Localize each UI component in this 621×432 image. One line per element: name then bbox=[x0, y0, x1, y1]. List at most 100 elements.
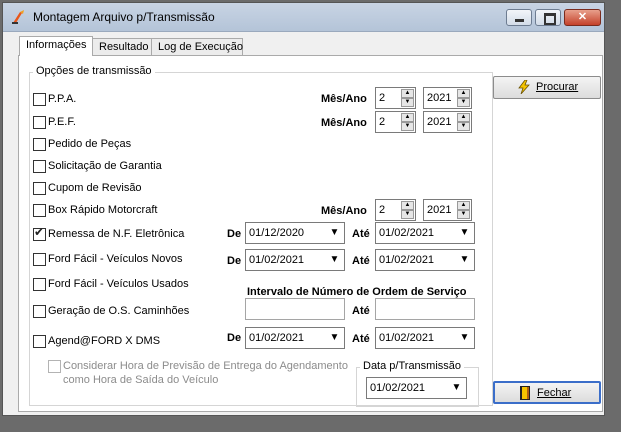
tab-informacoes[interactable]: Informações bbox=[19, 36, 93, 56]
option-label-pef: P.E.F. bbox=[48, 116, 76, 128]
option-label-ford-facil-usados: Ford Fácil - Veículos Usados bbox=[48, 278, 189, 290]
de-label-nfe: De bbox=[227, 228, 242, 240]
main-window: Montagem Arquivo p/Transmissão ✕ Informa… bbox=[2, 2, 605, 416]
spin-up-icon[interactable]: ▲ bbox=[401, 201, 414, 210]
ford-novos-from-value: 01/02/2021 bbox=[249, 254, 305, 266]
agend-from-date[interactable]: 01/02/2021 ▼ bbox=[245, 327, 345, 349]
option-label-pedido-pecas: Pedido de Peças bbox=[48, 138, 132, 150]
dropdown-arrow-icon[interactable]: ▼ bbox=[457, 225, 472, 241]
option-label-cupom-revisao: Cupom de Revisão bbox=[48, 182, 142, 194]
checkbox-box-rapido[interactable] bbox=[33, 204, 46, 217]
option-label-ford-facil-novos: Ford Fácil - Veículos Novos bbox=[48, 253, 183, 265]
nfe-from-date[interactable]: 01/12/2020 ▼ bbox=[245, 222, 345, 244]
checkbox-geracao-os[interactable] bbox=[33, 305, 46, 318]
checkbox-ford-facil-usados[interactable] bbox=[33, 278, 46, 291]
box-month-value: 2 bbox=[379, 204, 386, 216]
de-label-ford-novos: De bbox=[227, 255, 242, 267]
checkbox-solicitacao-garantia[interactable] bbox=[33, 160, 46, 173]
checkbox-remessa-nfe[interactable]: ✔ bbox=[33, 225, 46, 241]
dropdown-arrow-icon[interactable]: ▼ bbox=[327, 252, 342, 268]
pef-year-spinner[interactable]: 2021 ▲ ▼ bbox=[423, 111, 472, 133]
spinner-buttons: ▲ ▼ bbox=[457, 113, 470, 131]
spinner-buttons: ▲ ▼ bbox=[457, 89, 470, 107]
dropdown-arrow-icon[interactable]: ▼ bbox=[457, 252, 472, 268]
minimize-button[interactable] bbox=[506, 9, 532, 26]
nfe-to-value: 01/02/2021 bbox=[379, 227, 435, 239]
transmission-date-picker[interactable]: 01/02/2021 ▼ bbox=[366, 377, 467, 399]
spin-up-icon[interactable]: ▲ bbox=[401, 89, 414, 98]
pef-year-value: 2021 bbox=[427, 116, 452, 128]
spin-up-icon[interactable]: ▲ bbox=[457, 201, 470, 210]
option-label-remessa-nfe: Remessa de N.F. Eletrônica bbox=[48, 228, 185, 240]
checkbox-pedido-pecas[interactable] bbox=[33, 138, 46, 151]
ate-label-nfe: Até bbox=[352, 228, 370, 240]
option-label-geracao-os: Geração de O.S. Caminhões bbox=[48, 305, 190, 317]
box-month-spinner[interactable]: 2 ▲ ▼ bbox=[375, 199, 416, 221]
spin-down-icon[interactable]: ▼ bbox=[401, 210, 414, 219]
procurar-button[interactable]: Procurar bbox=[493, 76, 601, 99]
os-interval-from-input[interactable] bbox=[245, 298, 345, 320]
transmission-date-value: 01/02/2021 bbox=[370, 382, 426, 394]
app-logo-icon bbox=[12, 10, 24, 24]
option-label-ppa: P.P.A. bbox=[48, 93, 77, 105]
ford-novos-to-date[interactable]: 01/02/2021 ▼ bbox=[375, 249, 475, 271]
dropdown-arrow-icon[interactable]: ▼ bbox=[327, 330, 342, 346]
ate-label-os: Até bbox=[352, 305, 370, 317]
pef-month-value: 2 bbox=[379, 116, 386, 128]
spin-up-icon[interactable]: ▲ bbox=[457, 89, 470, 98]
checkbox-pef[interactable] bbox=[33, 116, 46, 129]
tab-resultado[interactable]: Resultado bbox=[92, 38, 152, 55]
ppa-month-spinner[interactable]: 2 ▲ ▼ bbox=[375, 87, 416, 109]
ford-novos-from-date[interactable]: 01/02/2021 ▼ bbox=[245, 249, 345, 271]
spin-down-icon[interactable]: ▼ bbox=[457, 98, 470, 107]
spin-down-icon[interactable]: ▼ bbox=[457, 122, 470, 131]
ate-label-agend: Até bbox=[352, 333, 370, 345]
checkbox-ford-facil-novos[interactable] bbox=[33, 253, 46, 266]
mes-ano-label-ppa: Mês/Ano bbox=[321, 93, 367, 105]
fechar-button[interactable]: Fechar bbox=[493, 381, 601, 404]
de-label-agend: De bbox=[227, 332, 242, 344]
title-bar[interactable]: Montagem Arquivo p/Transmissão ✕ bbox=[3, 3, 604, 32]
checkbox-considerar-hora[interactable] bbox=[48, 360, 61, 373]
group-title: Opções de transmissão bbox=[33, 65, 155, 77]
spin-up-icon[interactable]: ▲ bbox=[401, 113, 414, 122]
window-title: Montagem Arquivo p/Transmissão bbox=[33, 10, 215, 24]
tab-log-execucao[interactable]: Log de Execução bbox=[151, 38, 243, 55]
agend-from-value: 01/02/2021 bbox=[249, 332, 305, 344]
maximize-icon bbox=[544, 13, 556, 25]
checkbox-agend-ford[interactable] bbox=[33, 335, 46, 348]
nfe-to-date[interactable]: 01/02/2021 ▼ bbox=[375, 222, 475, 244]
spin-up-icon[interactable]: ▲ bbox=[457, 113, 470, 122]
agend-to-value: 01/02/2021 bbox=[379, 332, 435, 344]
dropdown-arrow-icon[interactable]: ▼ bbox=[457, 330, 472, 346]
maximize-button[interactable] bbox=[535, 9, 561, 26]
checkbox-cupom-revisao[interactable] bbox=[33, 182, 46, 195]
pef-month-spinner[interactable]: 2 ▲ ▼ bbox=[375, 111, 416, 133]
spinner-buttons: ▲ ▼ bbox=[401, 89, 414, 107]
box-year-spinner[interactable]: 2021 ▲ ▼ bbox=[423, 199, 472, 221]
close-button[interactable]: ✕ bbox=[564, 9, 601, 26]
os-interval-to-input[interactable] bbox=[375, 298, 475, 320]
spin-down-icon[interactable]: ▼ bbox=[457, 210, 470, 219]
dropdown-arrow-icon[interactable]: ▼ bbox=[449, 380, 464, 396]
option-label-box-rapido: Box Rápido Motorcraft bbox=[48, 204, 158, 216]
spin-down-icon[interactable]: ▼ bbox=[401, 122, 414, 131]
box-year-value: 2021 bbox=[427, 204, 452, 216]
dropdown-arrow-icon[interactable]: ▼ bbox=[327, 225, 342, 241]
spinner-buttons: ▲ ▼ bbox=[401, 201, 414, 219]
nfe-from-value: 01/12/2020 bbox=[249, 227, 305, 239]
check-icon: ✔ bbox=[34, 225, 45, 239]
fechar-label: Fechar bbox=[537, 387, 572, 399]
checkbox-ppa[interactable] bbox=[33, 93, 46, 106]
agend-to-date[interactable]: 01/02/2021 ▼ bbox=[375, 327, 475, 349]
ppa-year-spinner[interactable]: 2021 ▲ ▼ bbox=[423, 87, 472, 109]
lightning-icon bbox=[518, 80, 530, 94]
ford-novos-to-value: 01/02/2021 bbox=[379, 254, 435, 266]
tab-panel-informacoes: Opções de transmissão P.P.A. P.E.F. Pedi… bbox=[18, 55, 603, 412]
considerar-hora-label-line2: como Hora de Saída do Veículo bbox=[63, 374, 219, 386]
ppa-month-value: 2 bbox=[379, 92, 386, 104]
spin-down-icon[interactable]: ▼ bbox=[401, 98, 414, 107]
ppa-year-value: 2021 bbox=[427, 92, 452, 104]
option-label-solicitacao-garantia: Solicitação de Garantia bbox=[48, 160, 162, 172]
minimize-icon bbox=[515, 19, 524, 22]
